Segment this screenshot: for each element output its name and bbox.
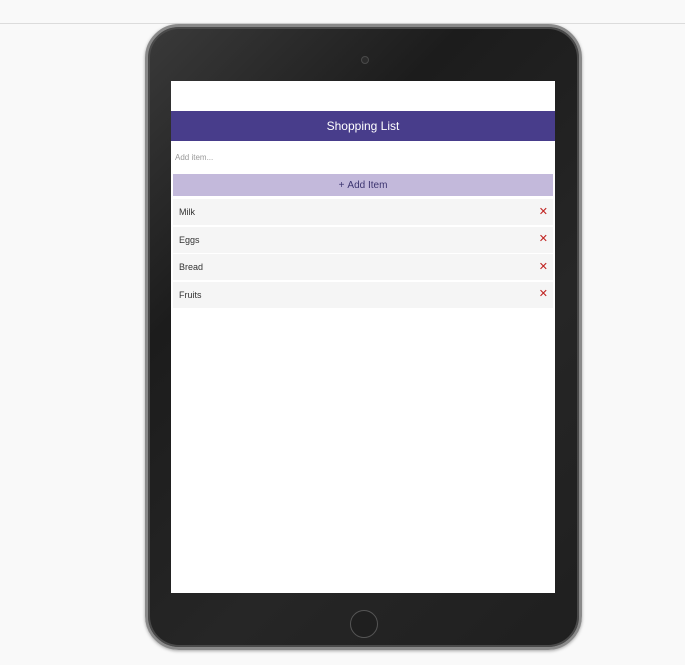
remove-item-icon[interactable]: ✕ [539,234,548,245]
list-item: Milk ✕ [173,199,553,225]
app-header: Shopping List [171,111,555,141]
home-button[interactable] [350,610,378,638]
list-item: Bread ✕ [173,254,553,280]
app-screen: Shopping List + Add Item Milk ✕ Eggs ✕ B… [171,81,555,593]
camera-icon [361,56,369,64]
plus-icon: + [338,179,345,191]
shopping-list: Milk ✕ Eggs ✕ Bread ✕ Fruits ✕ [173,199,553,309]
remove-item-icon[interactable]: ✕ [539,261,548,273]
item-label: Bread [179,262,204,272]
remove-item-icon[interactable]: ✕ [539,206,548,218]
add-item-button[interactable]: + Add Item [173,174,553,196]
list-item: Fruits ✕ [173,281,553,308]
remove-item-icon[interactable]: ✕ [539,289,548,300]
item-label: Milk [179,207,195,217]
item-label: Fruits [179,289,202,300]
page-title: Shopping List [326,119,400,133]
list-item: Eggs ✕ [173,226,553,253]
add-item-input[interactable] [171,147,555,167]
item-label: Eggs [179,234,200,245]
add-item-button-label: Add Item [347,179,388,191]
